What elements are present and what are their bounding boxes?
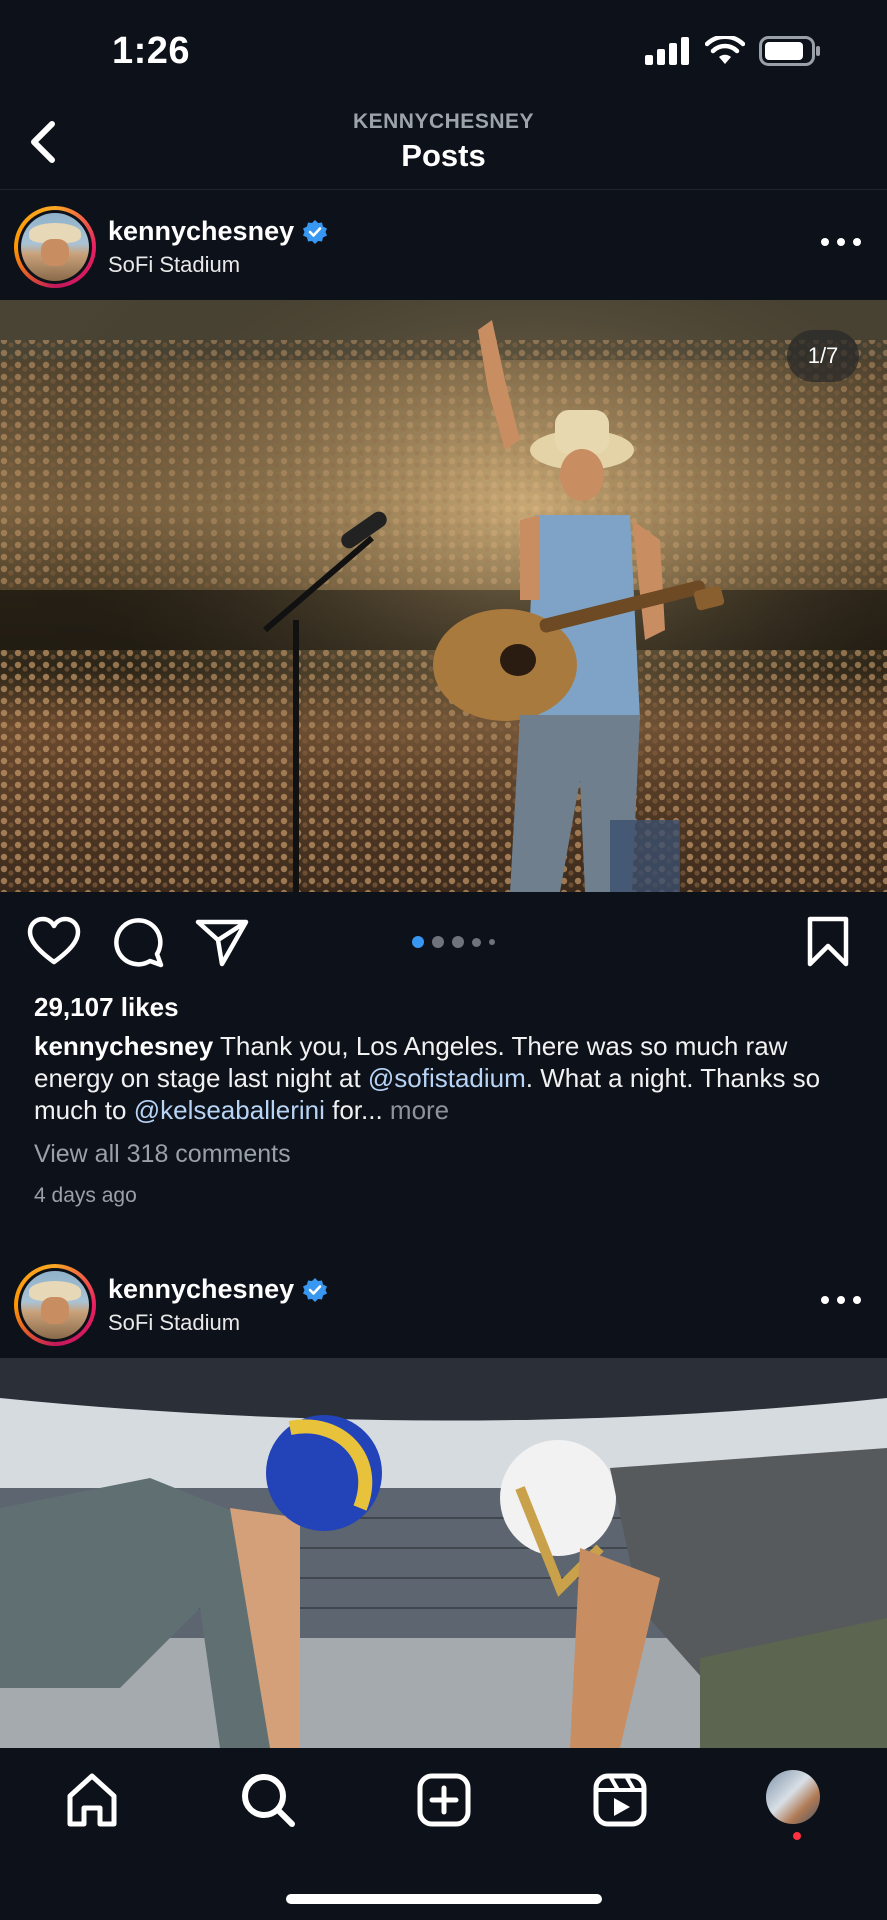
instagram-posts-screen: { "status_bar": { "time": "1:26" }, "hea… bbox=[0, 0, 887, 1920]
carousel-dot bbox=[432, 936, 444, 948]
search-icon[interactable] bbox=[238, 1770, 298, 1830]
status-time: 1:26 bbox=[112, 30, 191, 72]
post-actions bbox=[0, 892, 887, 992]
mention-sofistadium[interactable]: @sofistadium bbox=[368, 1063, 526, 1093]
likes-count[interactable]: 29,107 likes bbox=[34, 992, 179, 1023]
post-photo[interactable] bbox=[0, 1358, 887, 1748]
view-comments-link[interactable]: View all 318 comments bbox=[34, 1140, 291, 1169]
caption-more-link[interactable]: more bbox=[390, 1095, 449, 1125]
page-header: KENNYCHESNEY Posts bbox=[0, 100, 887, 190]
post-username-row[interactable]: kennychesney bbox=[108, 216, 328, 247]
carousel-dot bbox=[489, 939, 495, 945]
stadium-photo-illustration bbox=[0, 1358, 887, 1748]
verified-badge-icon bbox=[303, 1277, 328, 1302]
paper-plane-icon[interactable] bbox=[194, 914, 250, 970]
profile-avatar[interactable] bbox=[766, 1770, 820, 1824]
bottom-tab-bar bbox=[0, 1748, 887, 1920]
verified-badge-icon bbox=[303, 219, 328, 244]
mention-kelseaballerini[interactable]: @kelseaballerini bbox=[134, 1095, 325, 1125]
post-timestamp: 4 days ago bbox=[34, 1184, 137, 1207]
header-username: KENNYCHESNEY bbox=[352, 110, 535, 133]
wifi-icon bbox=[705, 36, 745, 64]
post-username[interactable]: kennychesney bbox=[108, 1274, 294, 1305]
carousel-dot bbox=[452, 936, 464, 948]
home-icon[interactable] bbox=[62, 1770, 122, 1830]
post-username-row[interactable]: kennychesney bbox=[108, 1274, 328, 1305]
post-username[interactable]: kennychesney bbox=[108, 216, 294, 247]
carousel-dots bbox=[412, 936, 495, 948]
cellular-signal-icon bbox=[645, 37, 689, 65]
bookmark-icon[interactable] bbox=[800, 914, 856, 970]
add-post-icon[interactable] bbox=[414, 1770, 474, 1830]
carousel-dot bbox=[472, 937, 481, 947]
more-options-icon[interactable] bbox=[821, 1292, 861, 1308]
avatar[interactable] bbox=[14, 1264, 96, 1346]
post-caption: kennychesney Thank you, Los Angeles. The… bbox=[34, 1030, 864, 1126]
post-location[interactable]: SoFi Stadium bbox=[108, 252, 240, 278]
reels-icon[interactable] bbox=[590, 1770, 650, 1830]
battery-icon bbox=[759, 36, 820, 66]
home-indicator[interactable] bbox=[286, 1894, 602, 1904]
page-title: Posts bbox=[401, 138, 486, 173]
heart-icon[interactable] bbox=[26, 914, 82, 970]
post-header: kennychesney SoFi Stadium bbox=[0, 1248, 887, 1358]
status-bar: 1:26 bbox=[0, 0, 887, 100]
caption-text-3: for... bbox=[324, 1095, 390, 1125]
carousel-dot bbox=[412, 936, 424, 948]
concert-photo-illustration bbox=[0, 300, 887, 892]
notification-dot bbox=[793, 1832, 801, 1840]
caption-username[interactable]: kennychesney bbox=[34, 1031, 213, 1061]
post-location[interactable]: SoFi Stadium bbox=[108, 1310, 240, 1336]
post-photo[interactable]: 1/7 bbox=[0, 300, 887, 892]
post-header: kennychesney SoFi Stadium bbox=[0, 190, 887, 300]
avatar[interactable] bbox=[14, 206, 96, 288]
status-icons bbox=[645, 36, 821, 66]
carousel-counter: 1/7 bbox=[787, 330, 859, 382]
comment-bubble-icon[interactable] bbox=[110, 914, 166, 970]
more-options-icon[interactable] bbox=[821, 234, 861, 250]
